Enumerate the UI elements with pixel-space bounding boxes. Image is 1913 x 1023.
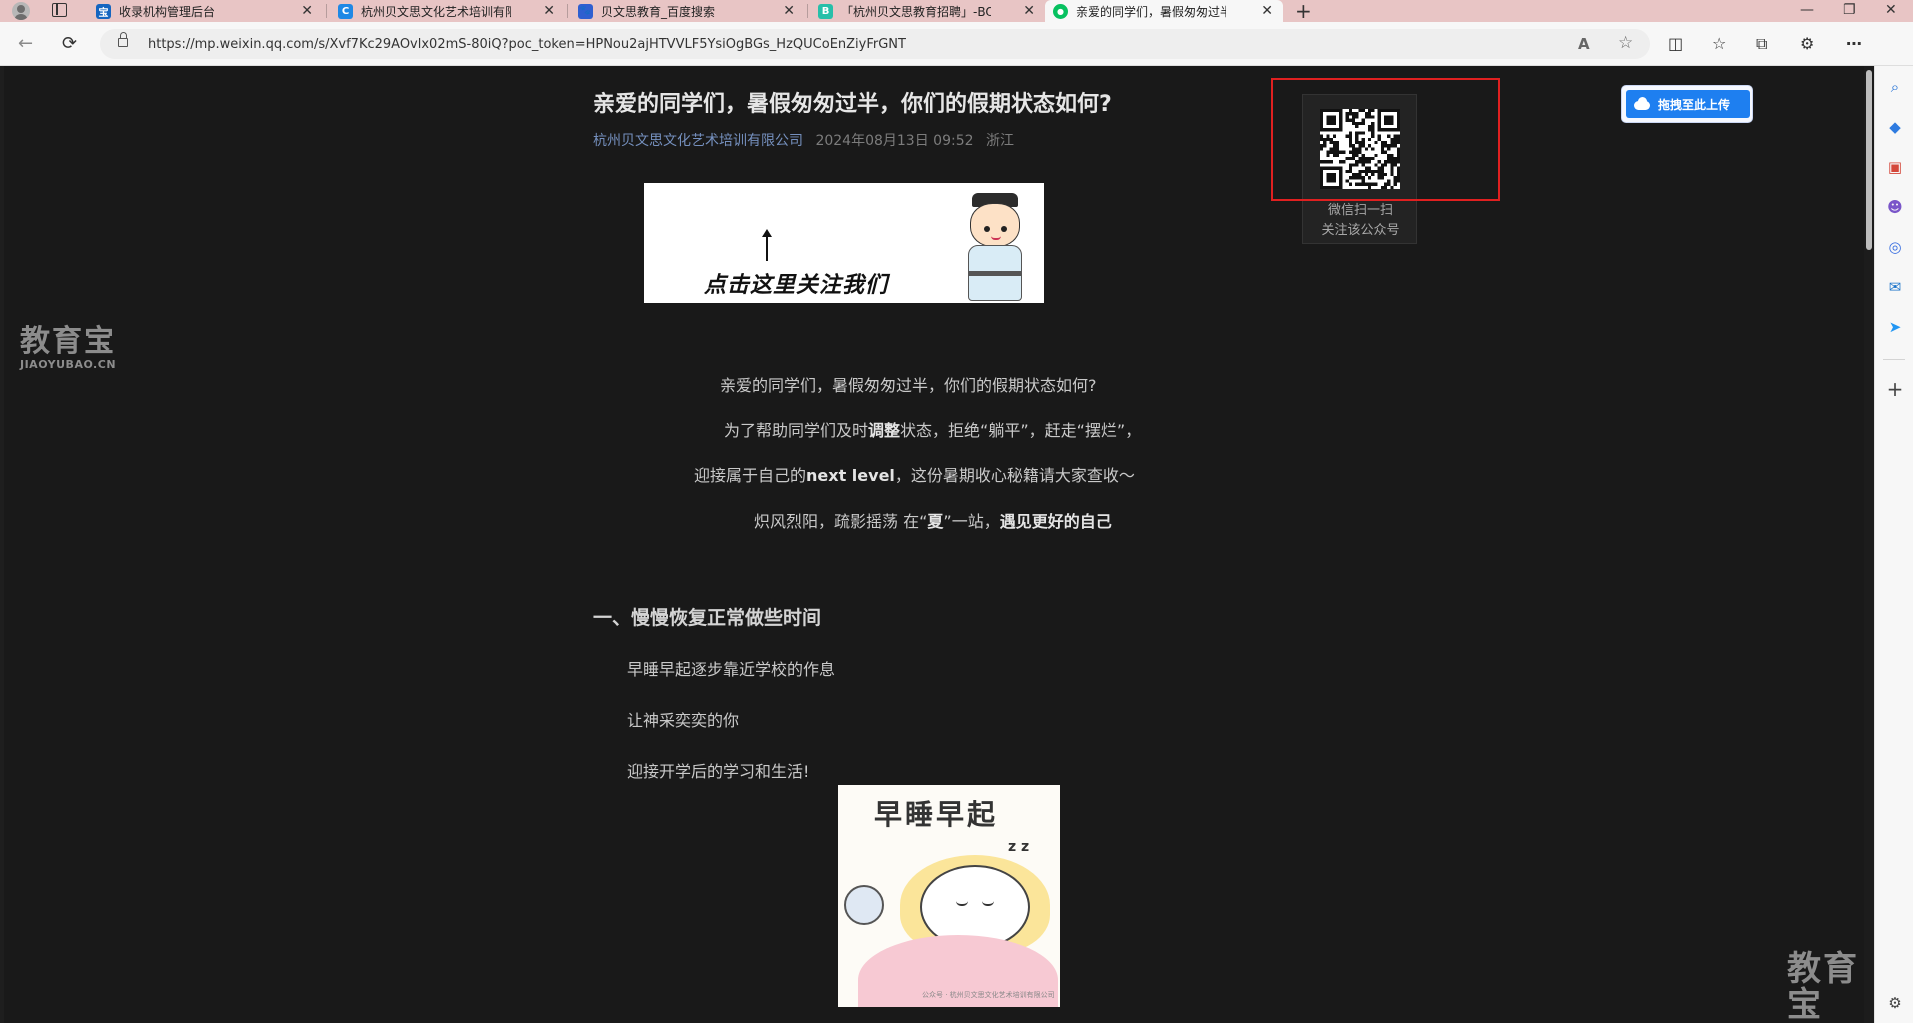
paragraph-4: 炽风烈阳，疏影摇荡 在“夏”一站，遇见更好的自己 [754, 512, 1112, 531]
sleep-image-caption: 公众号 · 杭州贝文思文化艺术培训有限公司 [922, 991, 1055, 999]
watermark-left: 教育宝 JIAOYUBAO.CN [20, 324, 117, 372]
address-bar[interactable]: https://mp.weixin.qq.com/s/Xvf7Kc29AOvlx… [100, 29, 1650, 59]
tab-divider [807, 4, 808, 18]
section-line: 迎接开学后的学习和生活! [627, 762, 810, 781]
publish-date: 2024年08月13日 09:52 [815, 133, 974, 149]
publish-location: 浙江 [985, 133, 1014, 149]
copilot-icon[interactable]: ◎ [1886, 238, 1904, 256]
close-tab-icon[interactable]: ✕ [783, 3, 795, 19]
more-menu-icon[interactable]: ⋯ [1846, 34, 1862, 54]
outlook-icon[interactable]: ✉ [1886, 278, 1904, 296]
tab-company[interactable]: C 杭州贝文思文化艺术培训有限公司 ✕ [330, 0, 565, 22]
baidu-paw-icon: 🐾 [578, 3, 593, 19]
cloud-upload-icon [1632, 97, 1652, 111]
alarm-clock-icon [844, 885, 884, 925]
paragraph-1: 亲爱的同学们，暑假匆匆过半，你们的假期状态如何? [720, 376, 1097, 395]
paragraph-2: 为了帮助同学们及时调整状态，拒绝“躺平”，赶走“摆烂”， [724, 421, 1142, 440]
minimize-button[interactable]: — [1800, 0, 1814, 20]
close-tab-icon[interactable]: ✕ [1023, 3, 1035, 19]
close-tab-icon[interactable]: ✕ [543, 3, 555, 19]
section-line: 早睡早起逐步靠近学校的作息 [627, 660, 836, 679]
page-scrollbar[interactable] [1864, 66, 1874, 1023]
arrow-up-icon [762, 229, 772, 261]
tab-divider [567, 4, 568, 18]
upload-label: 拖拽至此上传 [1658, 97, 1731, 112]
qr-caption-scan: 微信扫一扫 [1327, 203, 1393, 218]
tab-divider [326, 4, 327, 18]
paragraph-3: 迎接属于自己的next level，这份暑期收心秘籍请大家查收～ [694, 466, 1135, 485]
toolbox-icon[interactable]: ▣ [1886, 158, 1904, 176]
close-tab-icon[interactable]: ✕ [301, 3, 313, 19]
tab-label: 贝文思教育_百度搜索 [601, 4, 716, 19]
sleep-image-title: 早睡早起 [874, 798, 999, 831]
read-aloud-icon[interactable]: A [1578, 35, 1590, 53]
url-text[interactable]: https://mp.weixin.qq.com/s/Xvf7Kc29AOvlx… [148, 37, 906, 52]
article-title: 亲爱的同学们，暑假匆匆过半，你们的假期状态如何? [593, 92, 1112, 117]
highlight-box [1271, 78, 1500, 201]
restore-button[interactable]: ❐ [1843, 0, 1856, 20]
wechat-favicon-icon: ● [1053, 3, 1068, 19]
jiaoyubao-favicon-icon: 宝 [96, 3, 111, 19]
section-heading: 一、慢慢恢复正常做些时间 [593, 607, 822, 629]
tab-wechat-article[interactable]: ● 亲爱的同学们，暑假匆匆过半，你们 ✕ [1045, 0, 1283, 22]
extensions-icon[interactable]: ⚙ [1800, 34, 1814, 54]
tab-strip: 宝 收录机构管理后台 ✕ C 杭州贝文思文化艺术培训有限公司 ✕ 🐾 贝文思教育… [0, 0, 1913, 22]
tab-label: 杭州贝文思文化艺术培训有限公司 [361, 4, 511, 19]
author-link[interactable]: 杭州贝文思文化艺术培训有限公司 [593, 133, 803, 149]
tab-label: 「杭州贝文思教育招聘」-BOSS直聘 [841, 4, 991, 19]
sleep-early-illustration: 早睡早起 z z 公众号 · 杭州贝文思文化艺术培训有限公司 [838, 785, 1060, 1007]
watermark-right: 教育宝 JIAOYUBAO.CN [1787, 949, 1859, 1023]
sidebar-settings-icon[interactable]: ⚙ [1886, 994, 1904, 1012]
tab-admin[interactable]: 宝 收录机构管理后台 ✕ [88, 0, 323, 22]
tab-actions-icon[interactable] [52, 3, 67, 17]
edge-sidebar: ⌕ ◆ ▣ ☻ ◎ ✉ ➤ + ⚙ [1874, 66, 1913, 1023]
browser-toolbar: ← ⟳ https://mp.weixin.qq.com/s/Xvf7Kc29A… [0, 22, 1913, 66]
follow-banner-text: 点击这里关注我们 [704, 272, 889, 298]
scrollbar-thumb[interactable] [1866, 70, 1872, 250]
cartoon-boy-illustration [956, 191, 1036, 303]
close-tab-icon[interactable]: ✕ [1261, 3, 1273, 19]
profile-avatar-icon[interactable] [12, 2, 30, 20]
search-icon[interactable]: ⌕ [1886, 78, 1904, 96]
article-meta: 杭州贝文思文化艺术培训有限公司 2024年08月13日 09:52 浙江 [593, 130, 1022, 150]
close-window-button[interactable]: ✕ [1885, 0, 1897, 20]
tab-label: 亲爱的同学们，暑假匆匆过半，你们 [1076, 4, 1226, 19]
collections-icon[interactable]: ⧉ [1756, 34, 1767, 54]
company-favicon-icon: C [338, 3, 353, 19]
tab-boss[interactable]: B 「杭州贝文思教育招聘」-BOSS直聘 ✕ [810, 0, 1045, 22]
refresh-button[interactable]: ⟳ [62, 33, 77, 55]
drag-upload-button[interactable]: 拖拽至此上传 [1621, 85, 1753, 123]
tag-icon[interactable]: ◆ [1886, 118, 1904, 136]
new-tab-button[interactable]: + [1295, 0, 1312, 22]
article-page: 教育宝 JIAOYUBAO.CN 亲爱的同学们，暑假匆匆过半，你们的假期状态如何… [4, 66, 1864, 1023]
favorite-star-icon[interactable]: ☆ [1618, 33, 1633, 53]
qr-caption-follow: 关注该公众号 [1321, 223, 1400, 238]
send-icon[interactable]: ➤ [1886, 318, 1904, 336]
follow-us-banner[interactable]: 点击这里关注我们 [644, 183, 1044, 303]
sidebar-divider [1883, 359, 1905, 360]
tab-baidu[interactable]: 🐾 贝文思教育_百度搜索 ✕ [570, 0, 805, 22]
people-icon[interactable]: ☻ [1886, 198, 1904, 216]
lock-icon[interactable] [118, 32, 128, 47]
favorites-icon[interactable]: ☆ [1712, 34, 1726, 54]
tab-label: 收录机构管理后台 [119, 4, 216, 19]
split-screen-icon[interactable]: ◫ [1668, 34, 1683, 54]
back-button[interactable]: ← [18, 33, 33, 55]
section-line: 让神采奕奕的你 [627, 711, 740, 730]
boss-favicon-icon: B [818, 3, 833, 19]
add-sidebar-app-button[interactable]: + [1886, 379, 1904, 399]
